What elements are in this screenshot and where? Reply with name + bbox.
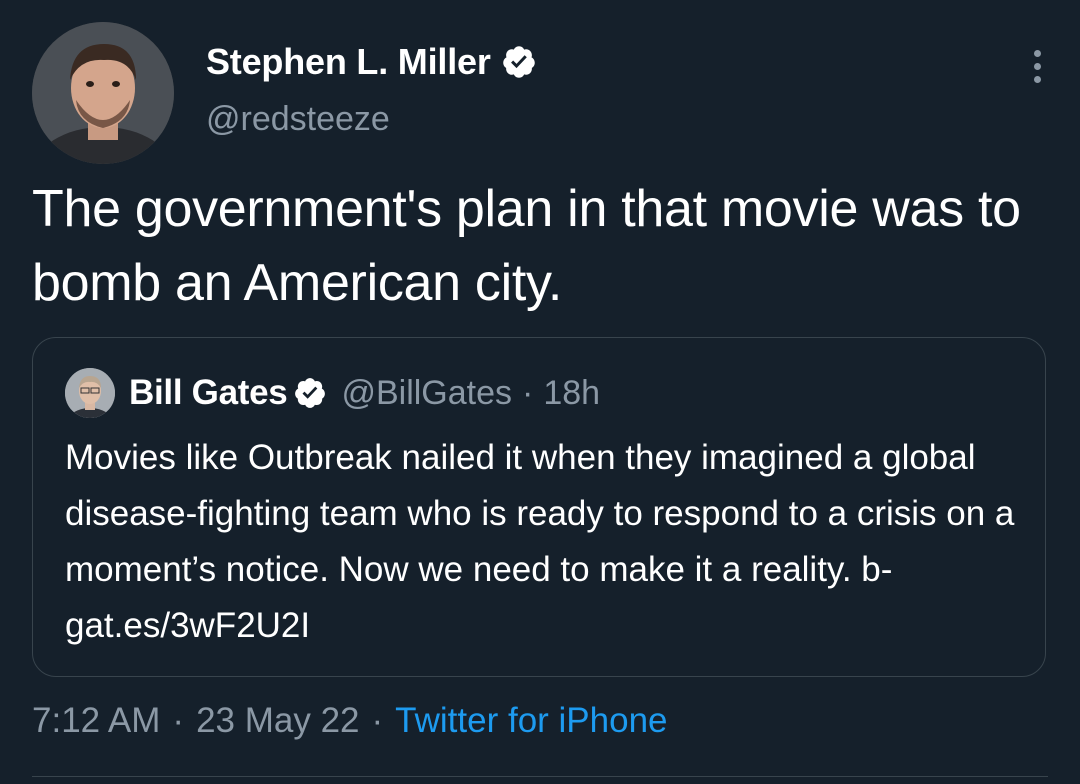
meta-separator: · — [371, 701, 384, 740]
tweet-date[interactable]: 23 May 22 — [196, 701, 359, 741]
verified-badge-icon — [501, 44, 537, 80]
author-name-row: Stephen L. Miller — [206, 40, 537, 84]
quoted-author-avatar[interactable] — [65, 368, 115, 418]
tweet-time[interactable]: 7:12 AM — [32, 701, 160, 741]
quoted-timestamp: 18h — [543, 373, 601, 412]
author-info: Stephen L. Miller @redsteeze — [206, 40, 537, 139]
quoted-author-name: Bill Gates — [129, 373, 288, 412]
divider — [32, 776, 1048, 777]
quoted-author-handle: @BillGates — [341, 373, 513, 412]
quoted-separator: · — [522, 373, 534, 412]
quoted-tweet-text: Movies like Outbreak nailed it when they… — [65, 438, 1015, 645]
tweet-text: The government's plan in that movie was … — [32, 180, 1021, 312]
author-handle[interactable]: @redsteeze — [206, 100, 537, 139]
more-options-icon[interactable] — [1032, 50, 1042, 90]
tweet-source-link[interactable]: Twitter for iPhone — [395, 701, 667, 741]
author-avatar[interactable] — [32, 22, 174, 164]
verified-badge-icon — [293, 376, 327, 410]
tweet-metadata: 7:12 AM · 23 May 22 · Twitter for iPhone — [32, 694, 668, 748]
tweet-header: Stephen L. Miller @redsteeze — [32, 22, 1048, 164]
quoted-tweet-header: Bill Gates @BillGates · 18h — [65, 366, 600, 420]
author-name[interactable]: Stephen L. Miller — [206, 41, 491, 83]
meta-separator: · — [172, 701, 185, 740]
quoted-tweet-card[interactable]: Bill Gates @BillGates · 18h Movies like … — [32, 337, 1046, 677]
